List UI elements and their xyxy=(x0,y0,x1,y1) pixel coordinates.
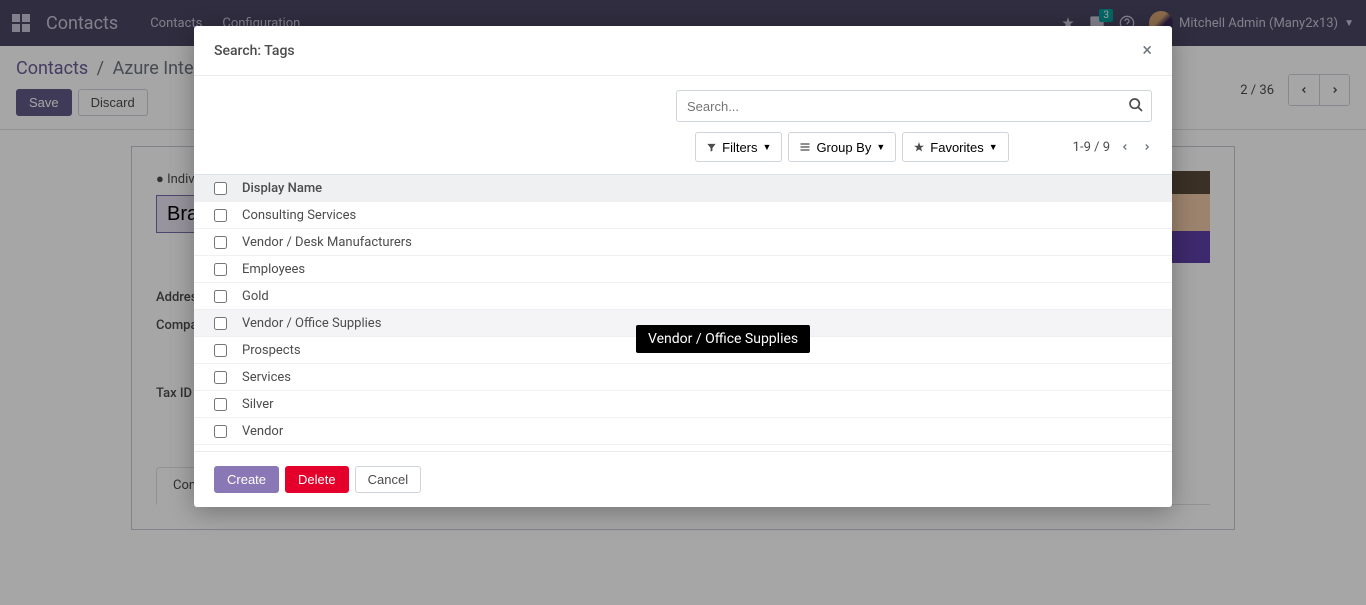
dialog-title: Search: Tags xyxy=(214,43,295,59)
delete-button[interactable]: Delete xyxy=(285,466,349,493)
search-input[interactable] xyxy=(676,90,1152,122)
cancel-button[interactable]: Cancel xyxy=(355,466,421,493)
groupby-label: Group By xyxy=(816,140,871,155)
groupby-button[interactable]: Group By ▼ xyxy=(788,132,896,162)
table-row[interactable]: Vendor / Office Supplies xyxy=(194,310,1172,337)
favorites-button[interactable]: Favorites ▼ xyxy=(902,132,1008,162)
row-checkbox[interactable] xyxy=(214,425,227,438)
filters-label: Filters xyxy=(722,140,757,155)
table-row[interactable]: Prospects xyxy=(194,337,1172,364)
row-checkbox[interactable] xyxy=(214,290,227,303)
caret-down-icon: ▼ xyxy=(876,142,885,152)
close-icon[interactable]: × xyxy=(1142,40,1152,61)
search-icon[interactable] xyxy=(1128,97,1144,113)
row-checkbox[interactable] xyxy=(214,236,227,249)
caret-down-icon: ▼ xyxy=(763,142,772,152)
table-row[interactable]: Consulting Services xyxy=(194,202,1172,229)
row-name: Gold xyxy=(242,289,1152,304)
table-row[interactable]: Vendor xyxy=(194,418,1172,445)
row-name: Vendor / Office Supplies xyxy=(242,316,1152,331)
row-checkbox[interactable] xyxy=(214,317,227,330)
row-checkbox[interactable] xyxy=(214,344,227,357)
table-row[interactable]: Employees xyxy=(194,256,1172,283)
tags-table: Display Name Consulting Services Vendor … xyxy=(194,174,1172,445)
table-row[interactable]: Gold xyxy=(194,283,1172,310)
table-row[interactable]: Vendor / Desk Manufacturers xyxy=(194,229,1172,256)
row-name: Consulting Services xyxy=(242,208,1152,223)
table-row[interactable]: Services xyxy=(194,364,1172,391)
row-name: Services xyxy=(242,370,1152,385)
filters-button[interactable]: Filters ▼ xyxy=(695,132,782,162)
row-name: Prospects xyxy=(242,343,1152,358)
create-button[interactable]: Create xyxy=(214,466,279,493)
row-checkbox[interactable] xyxy=(214,209,227,222)
table-row[interactable]: Silver xyxy=(194,391,1172,418)
modal-pager-prev[interactable] xyxy=(1120,142,1130,152)
favorites-label: Favorites xyxy=(930,140,983,155)
caret-down-icon: ▼ xyxy=(989,142,998,152)
modal-pager-next[interactable] xyxy=(1142,142,1152,152)
row-name: Employees xyxy=(242,262,1152,277)
select-all-checkbox[interactable] xyxy=(214,182,227,195)
row-name: Silver xyxy=(242,397,1152,412)
column-display-name[interactable]: Display Name xyxy=(242,181,1152,196)
search-tags-dialog: Search: Tags × Filters ▼ Group By ▼ xyxy=(194,26,1172,507)
row-checkbox[interactable] xyxy=(214,398,227,411)
row-checkbox[interactable] xyxy=(214,263,227,276)
row-name: Vendor / Desk Manufacturers xyxy=(242,235,1152,250)
row-name: Vendor xyxy=(242,424,1152,439)
row-checkbox[interactable] xyxy=(214,371,227,384)
modal-pager-text[interactable]: 1-9 / 9 xyxy=(1073,140,1110,155)
table-header-row: Display Name xyxy=(194,175,1172,202)
